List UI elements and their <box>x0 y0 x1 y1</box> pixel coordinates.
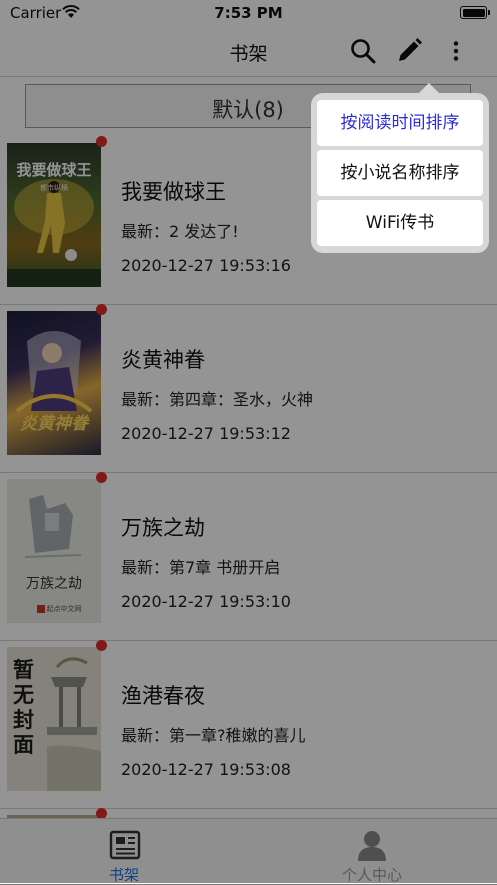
app-screen: Carrier 7:53 PM 书架 默认(8) 我要做球王 都市纵横 我要做球… <box>0 0 497 884</box>
menu-item-wifi-transfer[interactable]: WiFi传书 <box>317 200 483 246</box>
menu-item-sort-by-name[interactable]: 按小说名称排序 <box>317 150 483 196</box>
popup-arrow <box>419 83 439 93</box>
menu-item-sort-by-read-time[interactable]: 按阅读时间排序 <box>317 100 483 146</box>
sort-menu-popup: 按阅读时间排序 按小说名称排序 WiFi传书 <box>311 83 489 253</box>
